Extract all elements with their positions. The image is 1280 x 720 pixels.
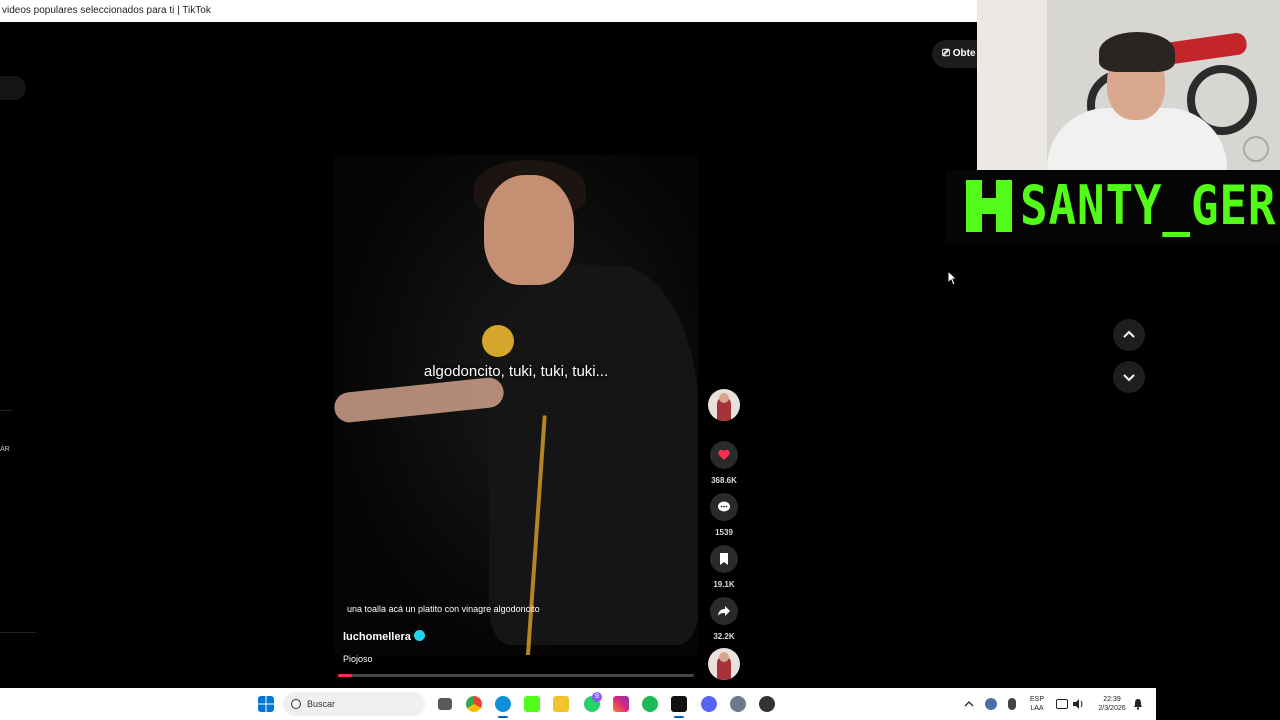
taskbar [0,688,1280,720]
mouse-cursor-icon [947,270,957,286]
divider [0,632,36,633]
discord-icon[interactable] [701,696,717,712]
windows-start-icon[interactable] [258,696,274,712]
video-progress-fill [338,674,353,677]
microphone-icon[interactable] [1008,698,1016,710]
channel-name: SANTY_GER [1020,174,1277,237]
channel-banner: SANTY_GER [946,170,1280,243]
language-badge: AR [0,446,10,453]
chevron-up-icon[interactable] [964,700,974,708]
clock-date: 2/3/2026 [1098,705,1126,712]
verified-icon [413,630,425,641]
get-app-label: Obte [952,48,976,59]
sound-avatar[interactable] [708,648,740,680]
performer-arm [334,376,506,424]
chevron-up-icon [1123,330,1135,338]
comment-count: 1539 [715,528,733,537]
search-label: Buscar [307,699,336,709]
tiktok-icon[interactable] [671,696,687,712]
whatsapp-badge: 9 [592,692,602,702]
file-explorer-icon[interactable] [553,696,569,712]
share-icon [718,606,730,616]
kick-logo-icon [966,180,1012,232]
task-view-icon[interactable] [438,698,452,710]
save-button[interactable] [710,545,738,573]
instagram-icon[interactable] [613,696,629,712]
language-bottom: LAA [1030,705,1044,712]
left-nav-pill[interactable] [0,76,26,100]
comment-button[interactable] [710,493,738,521]
chrome-icon[interactable] [466,696,482,712]
onedrive-icon[interactable] [985,698,997,710]
kick-app-icon[interactable] [524,696,540,712]
save-count: 19.1K [713,580,735,589]
bookmark-icon [720,553,728,565]
username-text: luchomellera [343,631,411,643]
steam-icon[interactable] [759,696,775,712]
network-icon[interactable] [1056,699,1068,709]
video-subtitle: algodoncito, tuki, tuki, tuki... [423,363,609,380]
share-count: 32.2K [713,632,735,641]
comment-icon [718,501,730,512]
like-button[interactable] [710,441,738,469]
performer-body [489,265,698,645]
like-count: 368.6K [711,476,737,485]
divider [0,410,12,411]
browser-tab-title: videos populares seleccionados para ti |… [0,0,977,22]
avatar-face [719,652,729,662]
video-progress-bar[interactable] [338,674,694,677]
camera-logo-icon [1243,136,1269,162]
language-top: ESP [1029,696,1044,703]
video-caption: una toalla acá un platito con vinagre al… [347,604,540,614]
taskbar-search[interactable]: Buscar [283,692,425,716]
webcam-overlay [977,0,1280,170]
author-avatar[interactable] [708,389,740,421]
video-player[interactable] [334,155,698,655]
settings-gear-icon[interactable] [730,696,746,712]
volume-icon[interactable] [1072,698,1084,710]
webcam-streamer-hair [1099,32,1175,72]
language-indicator[interactable]: ESP LAA [1026,695,1048,713]
sound-name[interactable]: Piojoso [343,654,373,664]
share-button[interactable] [710,597,738,625]
avatar-face [719,393,729,403]
notification-bell-icon[interactable] [1133,698,1143,710]
chevron-down-icon [1123,374,1135,382]
active-app-indicator [674,716,684,718]
phone-icon: ⎚ [942,48,953,59]
next-video-button[interactable] [1113,361,1145,393]
microphone [482,325,514,357]
webcam-wall [977,0,1047,170]
performer-head [484,175,574,285]
edge-icon[interactable] [495,696,511,712]
previous-video-button[interactable] [1113,319,1145,351]
active-app-indicator [498,716,508,718]
taskbar-right-area [1156,688,1280,720]
spotify-icon[interactable] [642,696,658,712]
clock[interactable]: 22:39 2/3/2026 [1092,695,1132,713]
author-username[interactable]: luchomellera [343,630,425,643]
heart-icon [718,449,730,460]
clock-time: 22:39 [1103,696,1121,703]
search-icon [291,699,301,709]
